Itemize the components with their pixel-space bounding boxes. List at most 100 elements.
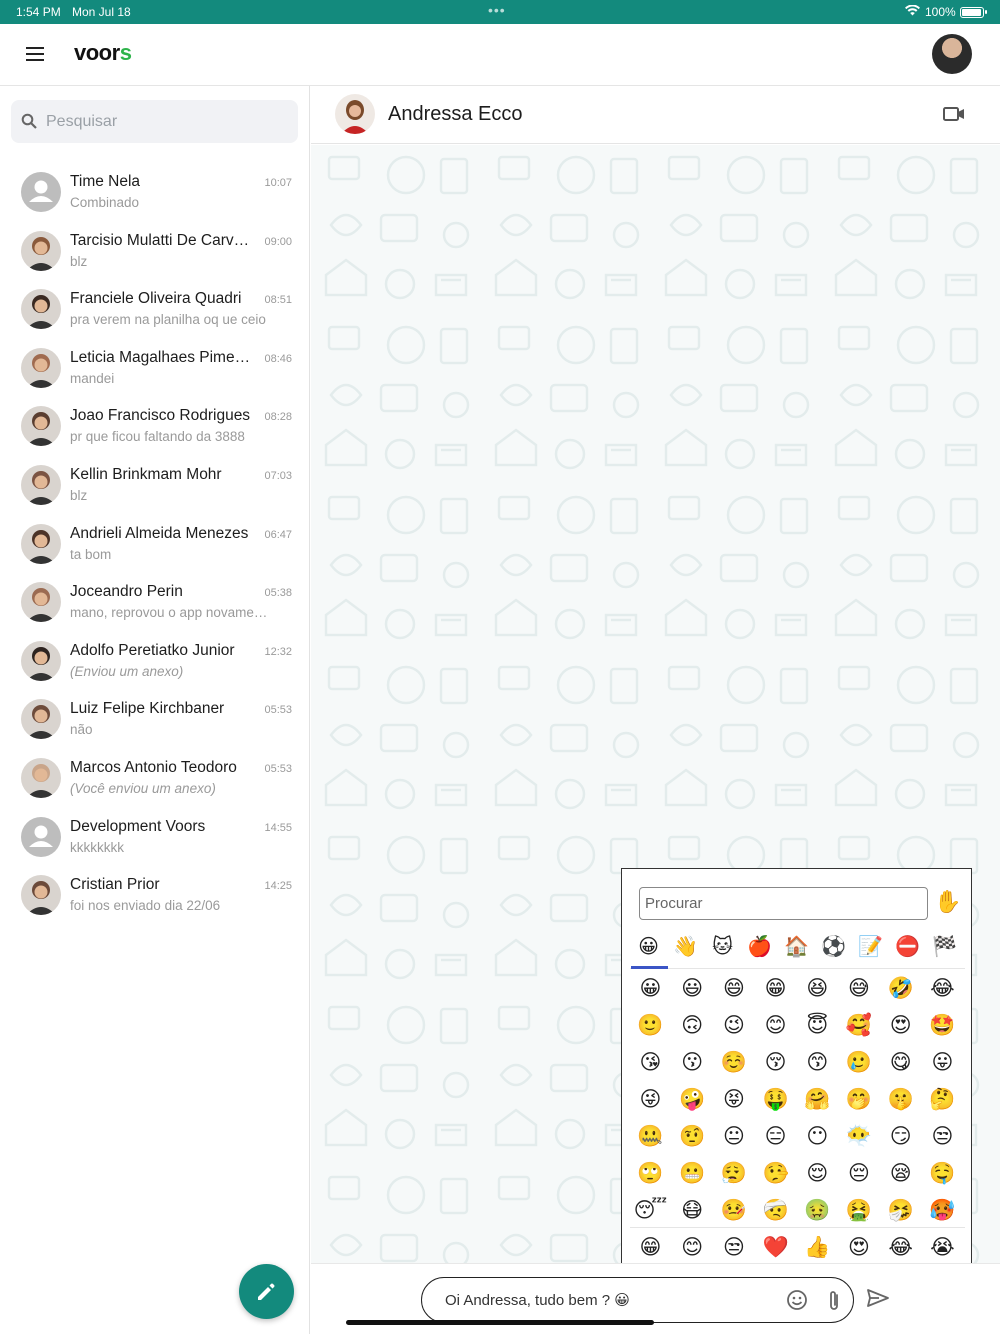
emoji-option[interactable]: 😂 <box>922 970 963 1007</box>
emoji-option[interactable]: 🤫 <box>880 1081 921 1118</box>
emoji-option[interactable]: 🤣 <box>880 970 921 1007</box>
chat-list-item[interactable]: Luiz Felipe Kirchbaner 05:53 não <box>0 690 310 749</box>
emoji-option[interactable]: 😴 <box>630 1192 671 1229</box>
recent-emoji-option[interactable]: 😁 <box>630 1229 671 1266</box>
chat-list-item[interactable]: Adolfo Peretiatko Junior 12:32 (Enviou um … <box>0 632 310 691</box>
emoji-category-tab[interactable]: 🏠 <box>778 934 815 959</box>
emoji-option[interactable]: 🤭 <box>839 1081 880 1118</box>
send-icon[interactable] <box>866 1288 890 1308</box>
chat-list-item[interactable]: Tarcisio Mulatti De Carvalho 09:00 blz <box>0 222 310 281</box>
emoji-option[interactable]: 😶‍🌫️ <box>839 1118 880 1155</box>
recent-emoji-option[interactable]: ❤️ <box>755 1229 796 1266</box>
chat-list-item[interactable]: Development Voors 14:55 kkkkkkkk <box>0 808 310 867</box>
emoji-category-tab[interactable]: ⚽ <box>815 934 852 959</box>
emoji-option[interactable]: 😄 <box>713 970 754 1007</box>
user-avatar[interactable] <box>932 34 972 74</box>
emoji-option[interactable]: 🤑 <box>755 1081 796 1118</box>
emoji-option[interactable]: 🙃 <box>672 1007 713 1044</box>
emoji-option[interactable]: 🤮 <box>839 1192 880 1229</box>
emoji-option[interactable]: 🤐 <box>630 1118 671 1155</box>
emoji-option[interactable]: 🤩 <box>922 1007 963 1044</box>
emoji-category-tab[interactable]: 📝 <box>852 934 889 959</box>
chat-list-item[interactable]: Andrieli Almeida Menezes 06:47 ta bom <box>0 515 310 574</box>
emoji-option[interactable]: 😐 <box>713 1118 754 1155</box>
video-call-icon[interactable] <box>943 106 965 122</box>
message-input[interactable]: Oi Andressa, tudo bem ? 😀 <box>421 1277 854 1323</box>
emoji-category-tab[interactable]: 🏁 <box>926 934 963 959</box>
new-chat-button[interactable] <box>239 1264 294 1319</box>
emoji-option[interactable]: 😒 <box>922 1118 963 1155</box>
emoji-option[interactable]: 😘 <box>630 1044 671 1081</box>
emoji-option[interactable]: 😜 <box>630 1081 671 1118</box>
emoji-option[interactable]: 😏 <box>880 1118 921 1155</box>
emoji-option[interactable]: 🤔 <box>922 1081 963 1118</box>
emoji-category-tab[interactable]: 🍎 <box>741 934 778 959</box>
chat-list-item[interactable]: Franciele Oliveira Quadri 08:51 pra verem … <box>0 280 310 339</box>
emoji-option[interactable]: ☺️ <box>713 1044 754 1081</box>
emoji-category-tab[interactable]: ⛔ <box>889 934 926 959</box>
emoji-option[interactable]: 🤥 <box>755 1155 796 1192</box>
emoji-option[interactable]: 😙 <box>797 1044 838 1081</box>
emoji-option[interactable]: 😷 <box>672 1192 713 1229</box>
emoji-option[interactable]: 🙄 <box>630 1155 671 1192</box>
emoji-option[interactable]: 🤗 <box>797 1081 838 1118</box>
contact-avatar[interactable] <box>335 94 375 134</box>
emoji-option[interactable]: 🤕 <box>755 1192 796 1229</box>
emoji-icon[interactable] <box>786 1289 808 1311</box>
emoji-option[interactable]: 😶 <box>797 1118 838 1155</box>
emoji-category-tab[interactable]: 🐱 <box>704 934 741 959</box>
chat-list-item[interactable]: Cristian Prior 14:25 foi nos enviado dia 2… <box>0 866 310 925</box>
emoji-option[interactable]: 😔 <box>839 1155 880 1192</box>
emoji-option[interactable]: 🙂 <box>630 1007 671 1044</box>
emoji-option[interactable]: 😚 <box>755 1044 796 1081</box>
search-input[interactable] <box>46 110 286 134</box>
emoji-option[interactable]: 😮‍💨 <box>713 1155 754 1192</box>
emoji-option[interactable]: 😌 <box>797 1155 838 1192</box>
menu-icon[interactable] <box>26 47 44 61</box>
emoji-option[interactable]: 😇 <box>797 1007 838 1044</box>
emoji-option[interactable]: 🤨 <box>672 1118 713 1155</box>
chat-list-item[interactable]: Time Nela 10:07 Combinado <box>0 163 310 222</box>
chat-list-item[interactable]: Kellin Brinkmam Mohr 07:03 blz <box>0 456 310 515</box>
emoji-option[interactable]: 😊 <box>755 1007 796 1044</box>
emoji-option[interactable]: 😋 <box>880 1044 921 1081</box>
emoji-option[interactable]: 🤪 <box>672 1081 713 1118</box>
emoji-option[interactable]: 😃 <box>672 970 713 1007</box>
emoji-option[interactable]: 😑 <box>755 1118 796 1155</box>
chat-list-item[interactable]: Marcos Antonio Teodoro 05:53 (Você enviou … <box>0 749 310 808</box>
emoji-option[interactable]: 😬 <box>672 1155 713 1192</box>
emoji-option[interactable]: 😍 <box>880 1007 921 1044</box>
recent-emoji-option[interactable]: 😂 <box>880 1229 921 1266</box>
emoji-option[interactable]: 🥲 <box>839 1044 880 1081</box>
emoji-option[interactable]: 😆 <box>797 970 838 1007</box>
emoji-category-tab[interactable]: 👋 <box>667 934 704 959</box>
attachment-icon[interactable] <box>827 1289 841 1313</box>
chat-list-item[interactable]: Joceandro Perin 05:38 mano, reprovou o app… <box>0 573 310 632</box>
recent-emoji-option[interactable]: 👍 <box>797 1229 838 1266</box>
emoji-option[interactable]: 😗 <box>672 1044 713 1081</box>
recent-emoji-option[interactable]: 😊 <box>672 1229 713 1266</box>
emoji-option[interactable]: 😉 <box>713 1007 754 1044</box>
emoji-option[interactable]: 🥵 <box>922 1192 963 1229</box>
multitasking-dots-icon[interactable]: ••• <box>488 2 506 18</box>
recent-emoji-option[interactable]: 😭 <box>922 1229 963 1266</box>
search-bar[interactable] <box>11 100 298 143</box>
recent-emoji-option[interactable]: 😍 <box>839 1229 880 1266</box>
emoji-option[interactable]: 🤒 <box>713 1192 754 1229</box>
emoji-option[interactable]: 🤢 <box>797 1192 838 1229</box>
recent-emoji-option[interactable]: 😒 <box>713 1229 754 1266</box>
emoji-option[interactable]: 😝 <box>713 1081 754 1118</box>
emoji-option[interactable]: 😀 <box>630 970 671 1007</box>
skin-tone-selector[interactable]: ✋ <box>934 889 961 915</box>
emoji-search-input[interactable]: Procurar <box>639 887 928 920</box>
emoji-option[interactable]: 😅 <box>839 970 880 1007</box>
emoji-option[interactable]: 😪 <box>880 1155 921 1192</box>
chat-list-item[interactable]: Joao Francisco Rodrigues 08:28 pr que fico… <box>0 397 310 456</box>
emoji-option[interactable]: 😁 <box>755 970 796 1007</box>
emoji-option[interactable]: 🤧 <box>880 1192 921 1229</box>
emoji-category-tab[interactable]: 😀 <box>630 934 667 959</box>
emoji-option[interactable]: 🥰 <box>839 1007 880 1044</box>
emoji-option[interactable]: 🤤 <box>922 1155 963 1192</box>
emoji-option[interactable]: 😛 <box>922 1044 963 1081</box>
chat-list-item[interactable]: Leticia Magalhaes Pimentel 08:46 mandei <box>0 339 310 398</box>
